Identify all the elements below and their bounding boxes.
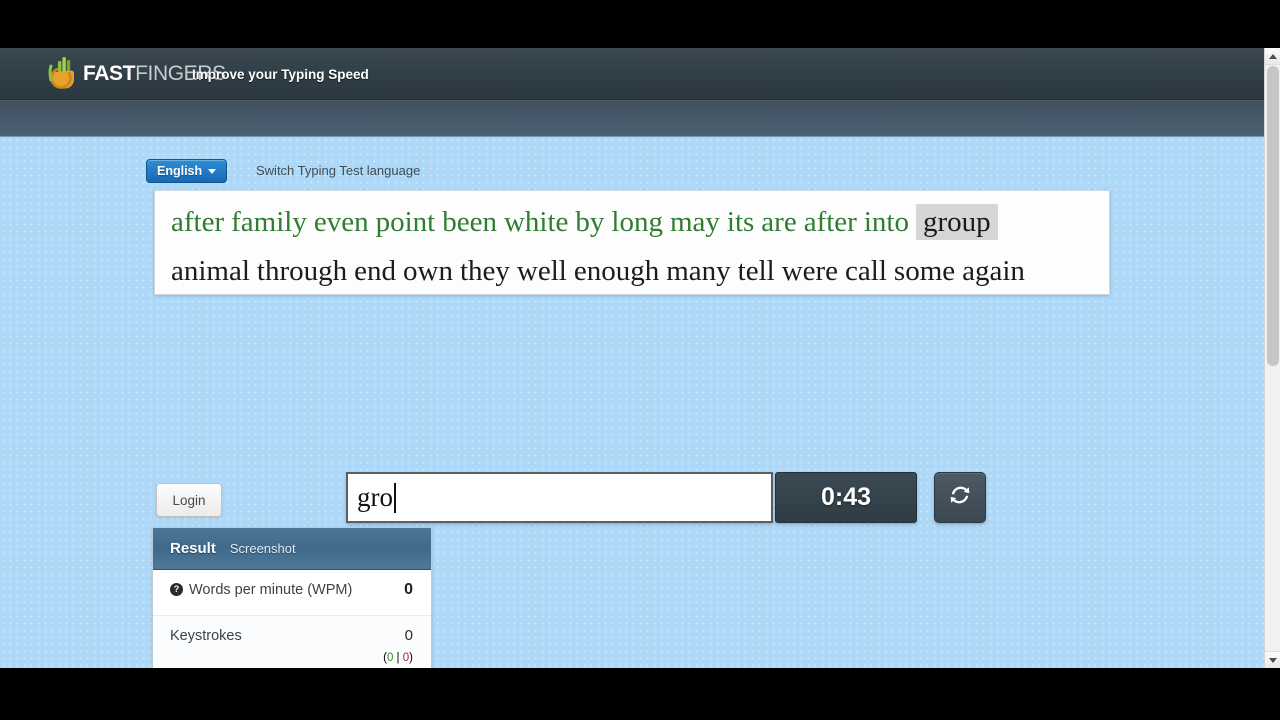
text-cursor [394, 482, 396, 513]
page-content: English Switch Typing Test language afte… [0, 137, 1280, 668]
word-upcoming: through [256, 255, 348, 287]
refresh-icon [947, 482, 973, 513]
word-done: been [442, 206, 497, 238]
keystroke-breakdown: (0 | 0) [383, 648, 413, 668]
typing-word-display: after family even point been white by long may it… [154, 190, 1110, 295]
language-pill-button[interactable]: English [146, 159, 228, 183]
word-done: even [313, 206, 369, 238]
timer-value: 0:43 [820, 483, 872, 511]
word-upcoming: own [403, 255, 453, 287]
result-row-label: ? Words per minute (WPM) [170, 580, 352, 600]
word-done: may [669, 206, 720, 238]
result-row-label: Keystrokes [170, 626, 242, 646]
result-row: Keystrokes 0 (0 | 0) [153, 616, 431, 668]
typing-input[interactable]: gro [346, 472, 773, 523]
tab-result[interactable]: Result [170, 540, 216, 557]
word-upcoming: call [845, 255, 887, 287]
word-current: group [915, 204, 998, 240]
switch-language-note: Switch Typing Test language [256, 163, 421, 178]
word-upcoming: animal [171, 255, 250, 287]
keystroke-separator: | [393, 652, 403, 664]
word-upcoming: were [781, 255, 839, 287]
letterbox-top-bar [0, 0, 1280, 48]
word-done: into [863, 206, 909, 238]
word-row-current: after family even point been white by long may it… [171, 198, 1093, 247]
result-row: ? Words per minute (WPM) 0 [153, 570, 431, 616]
word-upcoming: well [516, 255, 567, 287]
browser-viewport: FASTFINGERS Improve your Typing Speed f … [0, 48, 1280, 668]
word-done: white [503, 206, 569, 238]
result-row-label-text: Words per minute (WPM) [189, 582, 353, 598]
sub-header-bar: Typing Test English 443 User Online Logi… [0, 100, 1280, 231]
result-rows: ? Words per minute (WPM) 0 Keystrokes 0 (0 | … [153, 570, 431, 668]
result-panel: Result Screenshot ? Words per minute (WPM… [152, 527, 432, 668]
result-row-label-text: Keystrokes [170, 628, 242, 644]
word-done: long [611, 206, 663, 238]
site-header: FASTFINGERS Improve your Typing Speed f … [0, 48, 1280, 130]
word-upcoming: enough [573, 255, 660, 287]
typing-input-value: gro [357, 482, 393, 512]
word-done: by [575, 206, 605, 238]
word-done: after [171, 206, 225, 238]
word-row-next: animal through end own they well enough many tel… [171, 247, 1093, 296]
page-scrollbar[interactable] [1264, 48, 1280, 668]
result-row-value: 0 [404, 580, 413, 600]
fastfingers-hand-icon [48, 56, 78, 92]
countdown-timer: 0:43 [775, 472, 917, 523]
word-upcoming: some [893, 255, 956, 287]
logo-text-fast: FAST [83, 62, 136, 85]
scrollbar-thumb[interactable] [1267, 66, 1279, 366]
language-pill-label: English [157, 164, 203, 178]
keystroke-close: ) [409, 652, 413, 664]
word-upcoming: many [666, 255, 731, 287]
word-done: after [803, 206, 857, 238]
scroll-down-arrow-icon[interactable] [1265, 651, 1280, 668]
letterbox-bottom-bar [0, 668, 1280, 720]
word-done: its [726, 206, 755, 238]
word-upcoming: tell [737, 255, 775, 287]
word-upcoming: again [962, 255, 1025, 287]
result-row-value-main: 0 [404, 581, 413, 598]
word-done: are [761, 206, 797, 238]
site-tagline: Improve your Typing Speed [192, 67, 369, 82]
caret-down-icon [208, 168, 217, 174]
result-row-value: 0 (0 | 0) [383, 626, 413, 668]
result-row-value-main: 0 [404, 627, 413, 644]
login-button[interactable]: Login [156, 483, 222, 517]
word-upcoming: end [354, 255, 397, 287]
word-done: family [231, 206, 307, 238]
word-done: point [375, 206, 436, 238]
tab-screenshot[interactable]: Screenshot [230, 541, 296, 556]
word-upcoming: they [459, 255, 510, 287]
restart-test-button[interactable] [934, 472, 986, 523]
scroll-up-arrow-icon[interactable] [1265, 48, 1280, 65]
result-panel-tabs: Result Screenshot [153, 528, 431, 570]
help-icon[interactable]: ? [170, 583, 183, 596]
